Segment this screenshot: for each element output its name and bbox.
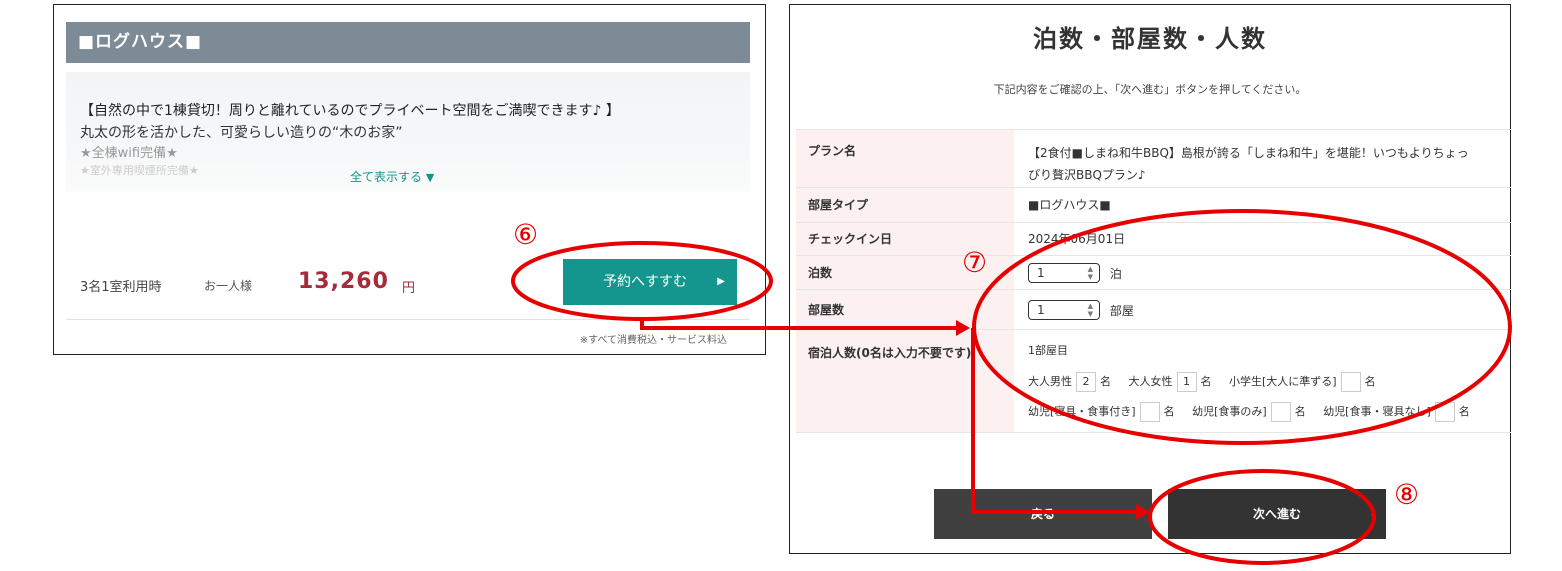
plan-value: 【2食付■しまね和牛BBQ】島根が誇る「しまね和牛」を堪能！いつもよりちょっ ぴ… bbox=[1028, 142, 1508, 186]
description-line: 【自然の中で1棟貸切！周りと離れているのでプライベート空間をご満喫できます♪ 】 bbox=[80, 103, 620, 119]
adult-male-label: 大人男性 bbox=[1028, 375, 1072, 388]
plan-label: プラン名 bbox=[796, 130, 1014, 187]
unit-label: 名 bbox=[1200, 375, 1212, 388]
per-person-label: お一人様 bbox=[204, 279, 253, 293]
guests-label: 宿泊人数(0名は入力不要です) bbox=[796, 330, 1014, 432]
infant-meal-label: 幼児[食事のみ] bbox=[1192, 405, 1267, 418]
next-button[interactable]: 次へ進む › bbox=[1168, 489, 1386, 539]
unit-label: 名 bbox=[1458, 405, 1470, 418]
rooms-row: 部屋数 1 ▲ ▼ 部屋 bbox=[796, 289, 1511, 329]
elementary-label: 小学生[大人に準ずる] bbox=[1229, 375, 1337, 388]
price-value: 13,260 bbox=[298, 269, 389, 294]
rooms-field: 1 ▲ ▼ 部屋 bbox=[1028, 300, 1134, 320]
price-row: 3名1室利用時 お一人様 13,260 円 bbox=[80, 269, 500, 299]
nights-row: 泊数 1 ▲ ▼ 泊 bbox=[796, 255, 1511, 289]
rooms-value: 1 bbox=[1037, 303, 1045, 317]
room-card: ■ログハウス■ 【自然の中で1棟貸切！周りと離れているのでプライベート空間をご満… bbox=[53, 4, 766, 355]
page-title: 泊数・部屋数・人数 bbox=[1033, 25, 1267, 53]
adult-male-input[interactable]: 2 bbox=[1076, 372, 1096, 392]
triangle-down-icon: ▼ bbox=[425, 171, 435, 184]
checkin-value: 2024年06月01日 bbox=[1028, 232, 1126, 246]
unit-label: 名 bbox=[1294, 405, 1306, 418]
room-number-label: 1部屋目 bbox=[1028, 344, 1068, 357]
nights-stepper[interactable]: 1 ▲ ▼ bbox=[1028, 263, 1100, 283]
rooms-stepper[interactable]: 1 ▲ ▼ bbox=[1028, 300, 1100, 320]
triangle-right-icon: ▶ bbox=[717, 276, 725, 287]
room-type-row: 部屋タイプ ■ログハウス■ bbox=[796, 187, 1511, 222]
infant-meal-input[interactable] bbox=[1270, 402, 1291, 422]
step-6-marker: ⑥ bbox=[513, 218, 539, 251]
nights-field: 1 ▲ ▼ 泊 bbox=[1028, 263, 1122, 283]
adult-female-input[interactable]: 1 bbox=[1176, 372, 1197, 392]
room-type-value: ■ログハウス■ bbox=[1028, 198, 1111, 212]
booking-form-panel: 泊数・部屋数・人数 下記内容をご確認の上、「次へ進む」ボタンを押してください。 … bbox=[789, 4, 1511, 554]
nights-value: 1 bbox=[1037, 266, 1045, 280]
unit-label: 名 bbox=[1163, 405, 1175, 418]
page-instructions: 下記内容をご確認の上、「次へ進む」ボタンを押してください。 bbox=[993, 83, 1307, 96]
plan-name-line: ぴり贅沢BBQプラン♪ bbox=[1028, 168, 1146, 182]
tax-note: ※すべて消費税込・サービス料込 bbox=[579, 335, 727, 346]
unit-label: 名 bbox=[1364, 375, 1376, 388]
room-type-label: 部屋タイプ bbox=[796, 188, 1014, 222]
show-all-link[interactable]: 全て表示する ▼ bbox=[350, 168, 434, 185]
infant-full-label: 幼児[寝具・食事付き] bbox=[1028, 405, 1136, 418]
back-button[interactable]: 戻る bbox=[934, 489, 1152, 539]
show-all-label: 全て表示する bbox=[350, 170, 423, 184]
checkin-row: チェックイン日 2024年06月01日 bbox=[796, 222, 1511, 255]
stepper-arrows-icon[interactable]: ▲ ▼ bbox=[1088, 265, 1093, 281]
usage-label: 3名1室利用時 bbox=[80, 280, 162, 295]
guest-line-2: 幼児[寝具・食事付き] 名 幼児[食事のみ] 名 幼児[食事・寝具なし] 名 bbox=[1028, 402, 1498, 422]
infant-none-input[interactable] bbox=[1434, 402, 1455, 422]
plan-name-line: 【2食付■しまね和牛BBQ】島根が誇る「しまね和牛」を堪能！いつもよりちょっ bbox=[1028, 146, 1469, 160]
description-line: ★全棟wifi完備★ bbox=[80, 146, 178, 161]
guests-row: 宿泊人数(0名は入力不要です) 1部屋目 大人男性 2 名 大人女性 1 名 小学生[大… bbox=[796, 329, 1511, 433]
description-line: 丸太の形を活かした、可愛らしい造りの“木のお家” bbox=[80, 125, 403, 141]
room-title: ■ログハウス■ bbox=[66, 22, 750, 63]
next-button-label: 次へ進む bbox=[1252, 507, 1301, 521]
reserve-button[interactable]: 予約へすすむ ▶ bbox=[563, 259, 737, 305]
elementary-input[interactable] bbox=[1340, 372, 1361, 392]
plan-row: プラン名 【2食付■しまね和牛BBQ】島根が誇る「しまね和牛」を堪能！いつもより… bbox=[796, 129, 1511, 187]
currency-label: 円 bbox=[402, 281, 416, 296]
rooms-unit: 部屋 bbox=[1109, 303, 1134, 318]
divider bbox=[66, 319, 750, 320]
unit-label: 名 bbox=[1100, 375, 1111, 388]
step-8-marker: ⑧ bbox=[1394, 478, 1420, 511]
adult-female-label: 大人女性 bbox=[1128, 375, 1173, 388]
infant-full-input[interactable] bbox=[1139, 402, 1160, 422]
nights-unit: 泊 bbox=[1109, 266, 1122, 281]
stepper-arrows-icon[interactable]: ▲ ▼ bbox=[1088, 302, 1093, 318]
rooms-label: 部屋数 bbox=[796, 290, 1014, 329]
reserve-button-label: 予約へすすむ bbox=[603, 274, 687, 290]
infant-none-label: 幼児[食事・寝具なし] bbox=[1323, 405, 1431, 418]
guest-line-1: 大人男性 2 名 大人女性 1 名 小学生[大人に準ずる] 名 bbox=[1028, 372, 1498, 392]
guest-inputs: 1部屋目 大人男性 2 名 大人女性 1 名 小学生[大人に準ずる] 名 幼児[寝具・食事… bbox=[1028, 342, 1498, 432]
step-7-marker: ⑦ bbox=[962, 246, 988, 279]
chevron-right-icon: › bbox=[1370, 506, 1376, 521]
